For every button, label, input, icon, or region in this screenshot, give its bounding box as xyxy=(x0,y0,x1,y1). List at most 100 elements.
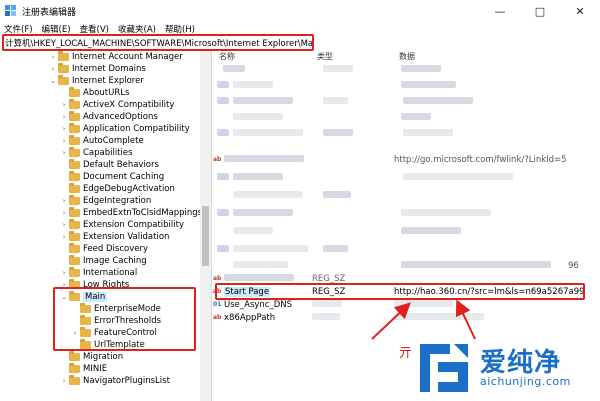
blurred-cell xyxy=(233,97,293,104)
tree-item[interactable]: AboutURLs xyxy=(59,87,129,99)
tree-item[interactable]: Default Behaviors xyxy=(59,159,159,171)
chevron-icon[interactable]: › xyxy=(59,101,69,109)
tree-item[interactable]: EdgeDebugActivation xyxy=(59,183,175,195)
tree-item-label: EdgeDebugActivation xyxy=(83,184,175,194)
tree-item-label: AutoComplete xyxy=(83,136,144,146)
tree-item[interactable]: Feed Discovery xyxy=(59,243,148,255)
watermark-url: aichunjing.com xyxy=(480,375,571,388)
blurred-cell xyxy=(403,97,473,104)
tree-item[interactable]: › Internet Account Manager xyxy=(48,51,183,63)
main-key-highlight xyxy=(53,287,196,351)
blurred-cell xyxy=(217,245,229,252)
window-title: 注册表编辑器 xyxy=(22,7,77,18)
partial-value-row[interactable]: ab http://go.microsoft.com/fwlink/?LinkI… xyxy=(213,154,567,166)
tree-item[interactable]: Migration xyxy=(59,351,123,363)
tree-item-label: MINIE xyxy=(83,364,108,374)
tree-item-label: Internet Explorer xyxy=(72,76,144,86)
chevron-icon[interactable]: › xyxy=(48,65,58,73)
tree-item-label: Extension Compatibility xyxy=(83,220,184,230)
blurred-cell xyxy=(401,113,431,120)
tree-item-label: Default Behaviors xyxy=(83,160,159,170)
column-name[interactable]: 名称 xyxy=(219,51,235,63)
chevron-icon[interactable]: › xyxy=(59,209,69,217)
chevron-icon[interactable]: › xyxy=(59,149,69,157)
blurred-cell xyxy=(233,129,303,136)
tree-item[interactable]: › NavigatorPluginsList xyxy=(59,375,170,387)
chevron-icon[interactable]: › xyxy=(59,113,69,121)
folder-icon xyxy=(69,135,80,145)
blurred-cell xyxy=(217,129,229,136)
tree-item[interactable]: › ActiveX Compatibility xyxy=(59,99,174,111)
column-type[interactable]: 类型 xyxy=(317,51,333,63)
blurred-cell xyxy=(233,81,273,88)
tree-item-label: Image Caching xyxy=(83,256,147,266)
blurred-cell xyxy=(233,261,288,268)
tree-item[interactable]: › AutoComplete xyxy=(59,135,144,147)
string-value-icon: ab xyxy=(213,156,222,163)
address-bar[interactable]: 计算机\HKEY_LOCAL_MACHINE\SOFTWARE\Microsof… xyxy=(2,34,314,51)
blurred-cell xyxy=(323,191,351,198)
chevron-icon[interactable]: › xyxy=(59,377,69,385)
blurred-cell xyxy=(323,97,348,104)
tree-item-label: Capabilities xyxy=(83,148,133,158)
tree-item[interactable]: Document Caching xyxy=(59,171,164,183)
chevron-icon[interactable]: › xyxy=(59,197,69,205)
blurred-cell xyxy=(217,81,229,88)
tree-item[interactable]: › EdgeIntegration xyxy=(59,195,151,207)
folder-icon xyxy=(69,231,80,241)
folder-icon xyxy=(69,171,80,181)
tree-item-label: NavigatorPluginsList xyxy=(83,376,170,386)
chevron-icon[interactable]: › xyxy=(48,53,58,61)
folder-icon xyxy=(69,219,80,229)
blurred-cell xyxy=(233,173,283,180)
close-button[interactable]: ✕ xyxy=(560,0,600,22)
tree-item[interactable]: › AdvancedOptions xyxy=(59,111,158,123)
tree-item[interactable]: › Extension Compatibility xyxy=(59,219,184,231)
chevron-icon[interactable]: › xyxy=(59,269,69,277)
tree-item-label: EdgeIntegration xyxy=(83,196,152,206)
tree-item-label: Document Caching xyxy=(83,172,165,182)
tree-item[interactable]: MINIE xyxy=(59,363,107,375)
blurred-cell xyxy=(403,129,453,136)
chevron-icon[interactable]: › xyxy=(59,233,69,241)
blurred-cell xyxy=(217,173,229,180)
tree-scrollbar[interactable] xyxy=(200,51,211,401)
column-data[interactable]: 数据 xyxy=(399,51,415,63)
folder-icon xyxy=(69,195,80,205)
chevron-icon[interactable]: ⌄ xyxy=(48,77,58,85)
binary-value-icon: 01 xyxy=(213,301,222,308)
blurred-cell xyxy=(401,65,441,72)
maximize-button[interactable]: □ xyxy=(520,0,560,22)
tree-item-label: AdvancedOptions xyxy=(83,112,158,122)
tree-item-label: ActiveX Compatibility xyxy=(83,100,175,110)
folder-icon xyxy=(69,87,80,97)
value-name: Use_Async_DNS xyxy=(224,300,293,310)
blurred-cell xyxy=(323,65,353,72)
blurred-cell xyxy=(217,209,229,216)
tree-item-label: Application Compatibility xyxy=(83,124,190,134)
folder-icon xyxy=(69,147,80,157)
tree-scrollbar-thumb[interactable] xyxy=(202,206,209,266)
string-value-icon: ab xyxy=(213,314,222,321)
chevron-icon[interactable]: › xyxy=(59,221,69,229)
tree-item[interactable]: › Capabilities xyxy=(59,147,133,159)
tree-item[interactable]: › EmbedExtnToClsidMappings xyxy=(59,207,202,219)
partial-number: 96 xyxy=(568,261,579,271)
chevron-icon[interactable]: › xyxy=(59,125,69,133)
tree-item-label: Migration xyxy=(83,352,124,362)
folder-icon xyxy=(69,207,80,217)
string-value-icon: ab xyxy=(213,275,222,282)
blurred-cell xyxy=(401,81,456,88)
chevron-icon[interactable]: › xyxy=(59,137,69,145)
tree-item[interactable]: Image Caching xyxy=(59,255,147,267)
tree-item[interactable]: ⌄ Internet Explorer xyxy=(48,75,144,87)
tree-item[interactable]: › Application Compatibility xyxy=(59,123,190,135)
tree-item[interactable]: › Extension Validation xyxy=(59,231,169,243)
minimize-button[interactable]: — xyxy=(480,0,520,22)
blurred-cell xyxy=(323,245,348,252)
tree-item[interactable]: › Internet Domains xyxy=(48,63,146,75)
folder-icon xyxy=(69,123,80,133)
blurred-cell xyxy=(401,227,461,234)
tree-item[interactable]: › International xyxy=(59,267,137,279)
arrow-left xyxy=(371,302,411,340)
